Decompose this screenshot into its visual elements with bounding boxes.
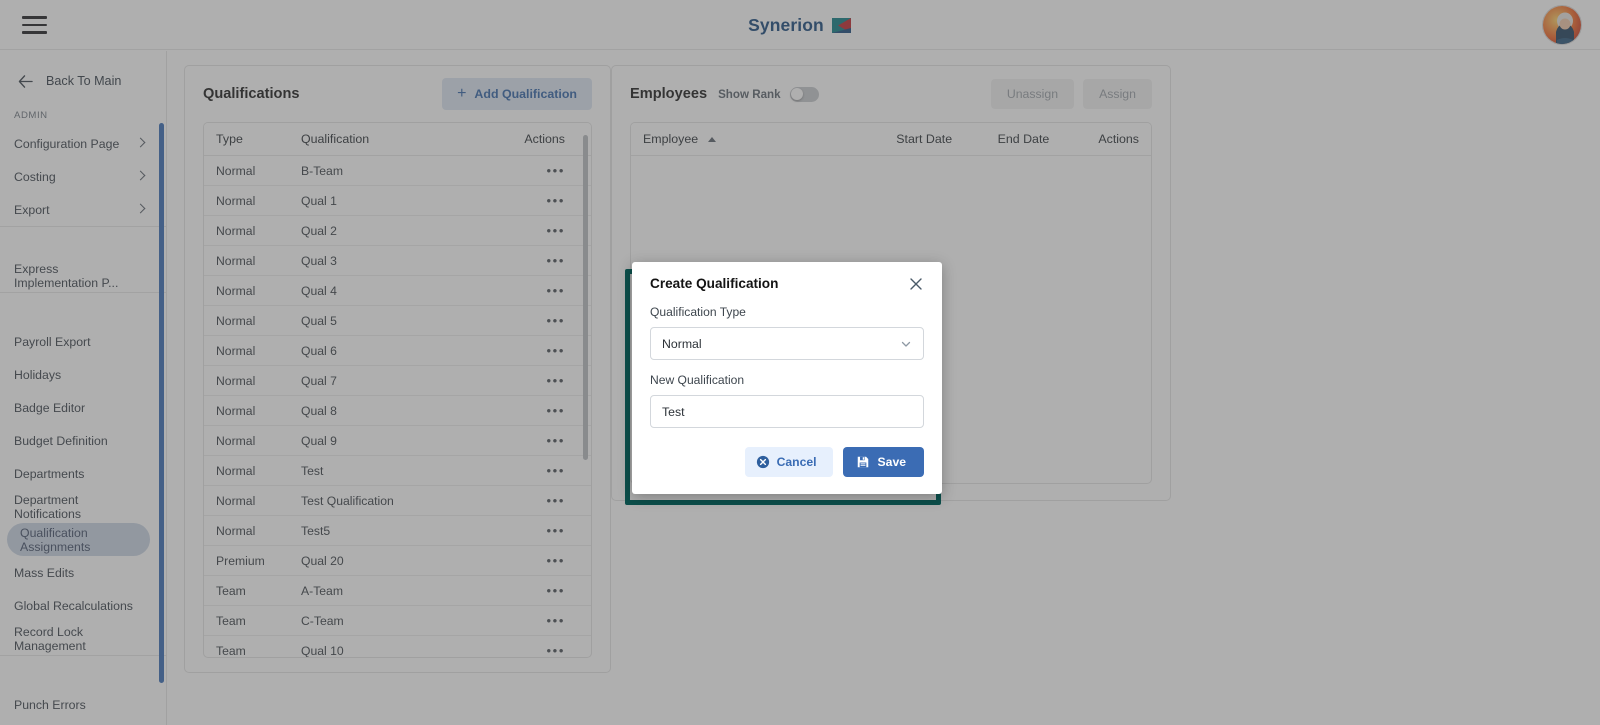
dialog-actions: Cancel Save — [650, 447, 924, 477]
cancel-label: Cancel — [776, 455, 817, 469]
qualification-type-label: Qualification Type — [650, 305, 746, 319]
qualification-type-select[interactable]: Normal — [650, 327, 924, 360]
cancel-button[interactable]: Cancel — [744, 447, 833, 477]
new-qualification-value: Test — [662, 404, 685, 419]
floppy-disk-icon — [857, 456, 868, 468]
create-qualification-dialog: Create Qualification Qualification Type … — [632, 262, 942, 494]
save-button[interactable]: Save — [842, 447, 924, 477]
qualification-type-value: Normal — [662, 336, 702, 351]
close-icon[interactable] — [908, 276, 924, 292]
chevron-down-icon — [901, 341, 911, 347]
circle-x-icon — [756, 455, 769, 469]
dialog-header: Create Qualification — [650, 276, 924, 292]
new-qualification-label: New Qualification — [650, 373, 745, 387]
save-label: Save — [877, 455, 906, 469]
dialog-title: Create Qualification — [650, 276, 779, 291]
new-qualification-input[interactable]: Test — [650, 395, 924, 428]
app-root: Synerion Back To Main ADMIN Configuratio… — [0, 0, 1600, 725]
